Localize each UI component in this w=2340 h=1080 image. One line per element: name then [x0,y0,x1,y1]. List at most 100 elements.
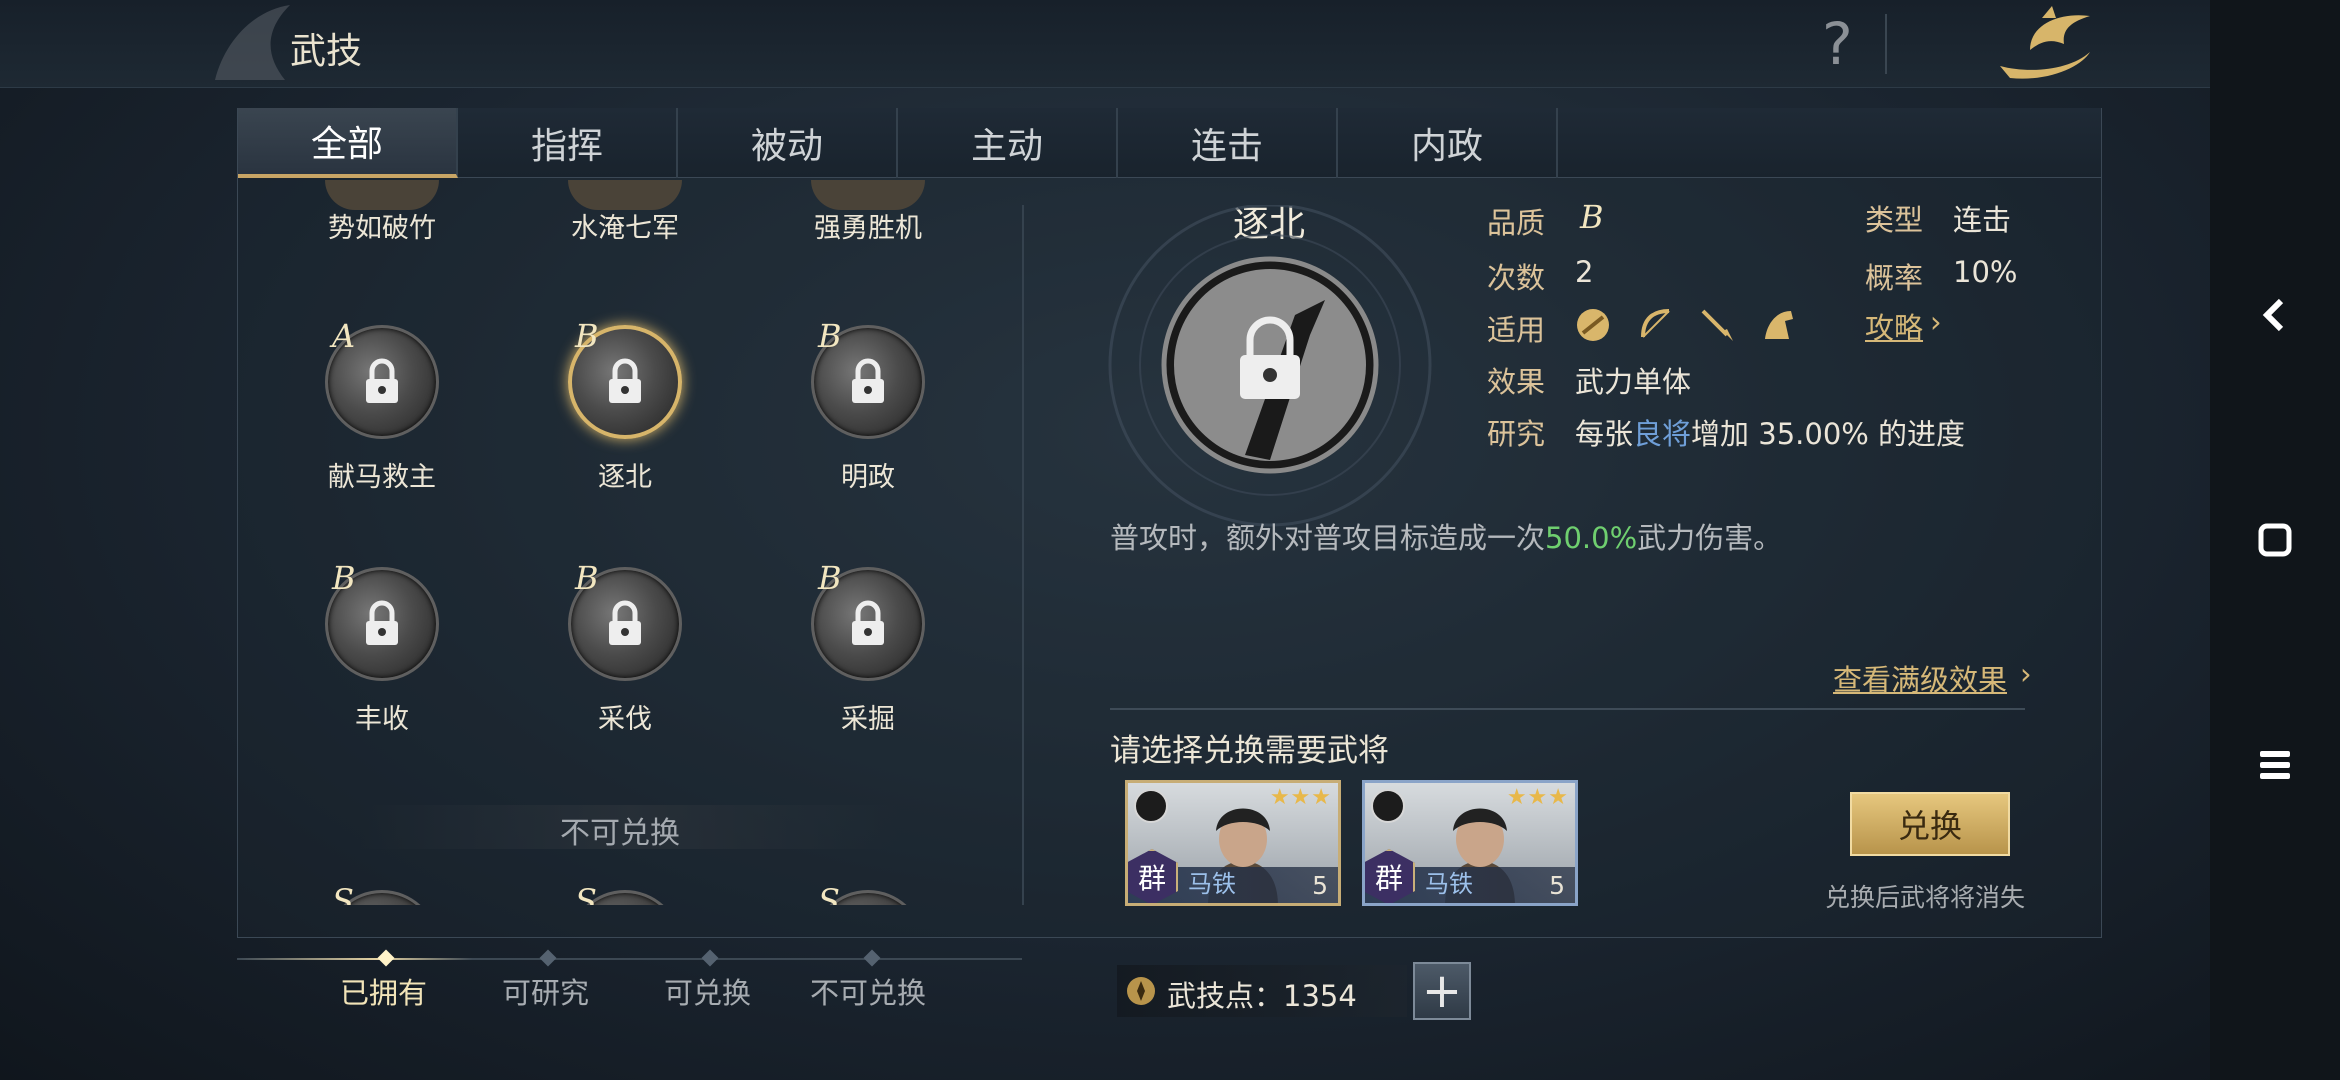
skill-large-icon [1108,205,1432,527]
spear-icon [1701,309,1733,341]
back-chevron-icon[interactable] [2255,295,2295,335]
lock-icon [366,358,398,403]
skill-name[interactable]: 强勇胜机 [788,206,948,245]
skill-name: 丰收 [355,704,409,735]
type-label: 类型 [1865,203,1924,237]
general-level: 5 [1312,871,1328,900]
general-name: 马铁 [1425,870,1473,898]
skill-grid: 势如破竹 水淹七军 强勇胜机 A 献马救主 B 逐北 B 明政 B 丰收 B 采… [240,180,1020,905]
pane-divider [1022,205,1024,905]
tab-all[interactable]: 全部 [238,108,458,178]
research-highlight: 良将 [1633,417,1692,451]
skill-item[interactable]: B 丰收 [302,559,462,737]
general-name: 马铁 [1188,870,1236,898]
skill-name: 献马救主 [328,462,436,493]
research-label: 研究 [1487,417,1546,451]
filter-dot [863,949,881,967]
skill-item[interactable]: B 明政 [788,317,948,495]
rate-label: 概率 [1865,261,1924,295]
cavalry-icon [1371,789,1405,823]
desc-suffix: 武力伤害。 [1637,521,1783,555]
dragon-logo-icon[interactable] [1990,4,2100,84]
skill-item-partial[interactable]: S [545,882,705,905]
skill-grade: B [575,559,599,597]
effect-label: 效果 [1487,365,1546,399]
skill-grade: S [332,882,354,905]
skill-item[interactable]: B 采伐 [545,559,705,737]
quality-label: 品质 [1487,206,1546,240]
skill-name: 明政 [841,462,895,493]
skill-item[interactable]: B 采掘 [788,559,948,737]
lock-icon [852,358,884,403]
filter-tab-owned[interactable]: 已拥有 [340,970,427,1012]
general-card[interactable]: ★★★ 马铁 5 群 [1125,780,1341,906]
skill-points-text: 武技点：1354 [1167,973,1357,1015]
horse-icon [1765,311,1793,339]
lock-icon [366,600,398,645]
skill-item-partial[interactable]: S [788,882,948,905]
filter-dot [701,949,719,967]
desc-prefix: 普攻时，额外对普攻目标造成一次 [1110,521,1546,555]
tab-command[interactable]: 指挥 [458,108,678,178]
skill-name[interactable]: 水淹七军 [545,206,705,245]
bow-icon [1641,309,1670,338]
dragon-crest-icon [215,5,290,80]
section-divider [1110,708,2025,710]
skill-item-partial[interactable]: S [302,882,462,905]
desc-value: 50.0% [1545,521,1638,555]
chevron-right-icon: › [2020,657,2032,691]
tab-passive[interactable]: 被动 [678,108,898,178]
filter-tab-nonexchangeable[interactable]: 不可兑换 [810,970,926,1012]
home-square-icon[interactable] [2255,520,2295,560]
skill-points-label: 武技点： [1167,979,1284,1013]
cavalry-icon [1134,789,1168,823]
skill-description: 普攻时，额外对普攻目标造成一次50.0%武力伤害。 [1110,515,1782,557]
divider [1885,14,1887,74]
research-prefix: 每张 [1575,417,1634,451]
page-title: 武技 [290,31,363,72]
tab-domestic[interactable]: 内政 [1338,108,1558,178]
lock-icon [609,358,641,403]
filter-dot [377,949,395,967]
general-level: 5 [1549,871,1565,900]
skill-grade: B [575,317,599,355]
filter-slider-track [237,958,1022,960]
skill-grade: B [332,559,356,597]
add-points-button[interactable]: + [1413,962,1471,1020]
skill-grade: S [575,882,597,905]
count-label: 次数 [1487,261,1546,295]
skill-name: 逐北 [598,462,652,493]
exchange-button[interactable]: 兑换 [1850,792,2010,856]
count-value: 2 [1575,255,1594,289]
category-tabs: 全部 指挥 被动 主动 连击 内政 [238,108,2101,178]
skill-grade: B [818,317,842,355]
help-button[interactable]: ? [1822,10,1853,78]
research-suffix: 增加 35.00% 的进度 [1691,417,1966,451]
exchange-note: 兑换后武将将消失 [1825,883,2026,912]
tab-active[interactable]: 主动 [898,108,1118,178]
star-rating: ★★★ [1506,785,1569,810]
shield-icon [1577,309,1609,341]
skill-item[interactable]: A 献马救主 [302,317,462,495]
skill-points-display: 武技点：1354 [1117,965,1407,1017]
menu-icon[interactable] [2255,745,2295,785]
choose-general-label: 请选择兑换需要武将 [1110,733,1389,769]
research-value: 每张良将增加 35.00% 的进度 [1575,411,1965,453]
skill-name: 采掘 [841,704,895,735]
tab-combo[interactable]: 连击 [1118,108,1338,178]
type-value: 连击 [1953,203,2012,237]
guide-link[interactable]: 攻略 [1865,305,1923,347]
skill-name: 采伐 [598,704,652,735]
skill-item-selected[interactable]: B 逐北 [545,317,705,495]
general-card[interactable]: ★★★ 马铁 5 群 [1362,780,1578,906]
skill-points-value: 1354 [1283,979,1357,1013]
rate-value: 10% [1953,255,2018,289]
max-effect-link[interactable]: 查看满级效果 [1833,657,2007,699]
lock-icon [609,600,641,645]
skill-grade: A [332,317,356,355]
filter-tab-researchable[interactable]: 可研究 [502,970,589,1012]
lock-icon [852,600,884,645]
filter-tab-exchangeable[interactable]: 可兑换 [664,970,751,1012]
skill-points-icon [1127,977,1155,1005]
skill-name[interactable]: 势如破竹 [302,206,462,245]
